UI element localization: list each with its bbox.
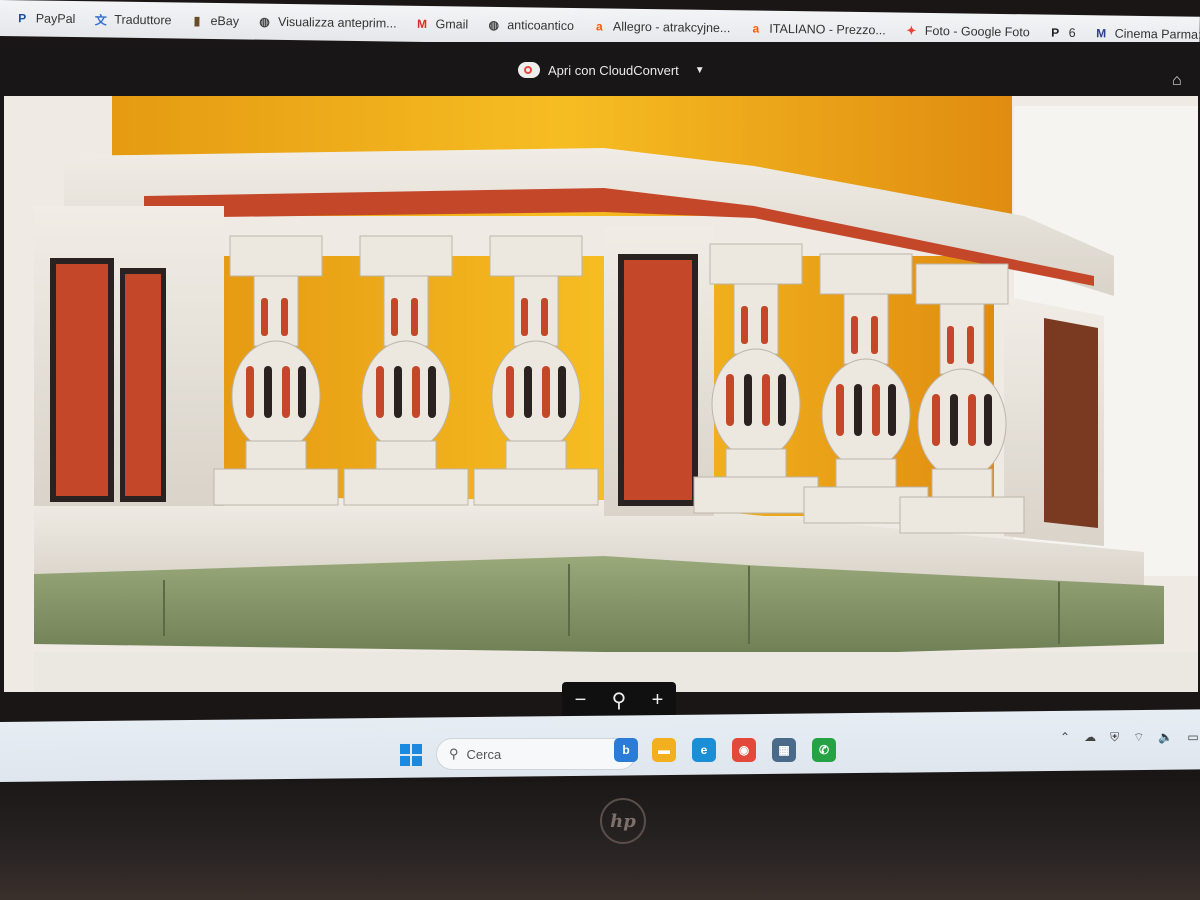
bookmark-label: eBay xyxy=(210,13,240,29)
bookmark-label: 6 xyxy=(1068,25,1076,41)
search-placeholder: Cerca xyxy=(466,746,502,762)
bing-icon[interactable]: b xyxy=(614,738,638,762)
bookmark-item[interactable]: ◍ Visualizza anteprim... xyxy=(248,14,406,31)
add-to-drive-icon[interactable]: ⌂ xyxy=(1172,72,1182,90)
network-icon[interactable]: ☁ xyxy=(1084,730,1096,745)
ebay-bag-icon: ▮ xyxy=(193,13,201,28)
bookmark-label: anticoantico xyxy=(507,18,575,34)
zoom-controls: − ⚲ + xyxy=(562,682,676,718)
cinema-icon: M xyxy=(1096,26,1107,41)
bookmark-item[interactable]: M Cinema Parma: pro... xyxy=(1085,26,1200,43)
system-tray: ⌃ ☁ ⛨ ⌔ 🔈 ▭ xyxy=(1060,730,1199,745)
zoom-in-button[interactable]: + xyxy=(652,689,664,712)
calculator-icon[interactable]: ▦ xyxy=(772,738,796,762)
bookmark-item[interactable]: ✦ Foto - Google Foto xyxy=(895,23,1039,40)
balustrade-photo xyxy=(4,96,1198,692)
google-photos-icon: ✦ xyxy=(906,23,917,38)
bookmark-label: Traduttore xyxy=(114,12,172,28)
bookmark-item[interactable]: M Gmail xyxy=(405,16,477,32)
taskbar-search-box[interactable]: ⚲ Cerca xyxy=(436,738,636,770)
bookmark-item[interactable]: a Allegro - atrakcyjne... xyxy=(583,19,740,36)
file-explorer-icon[interactable]: ▬ xyxy=(652,738,676,762)
translate-icon: 文 xyxy=(94,12,107,27)
shield-icon[interactable]: ⛨ xyxy=(1110,730,1119,745)
bookmark-label: Foto - Google Foto xyxy=(924,23,1030,40)
open-with-cloudconvert-button[interactable]: Apri con CloudConvert ▼ xyxy=(518,62,705,78)
bookmark-item[interactable]: 文 Traduttore xyxy=(84,12,180,28)
bookmark-item[interactable]: ▮ eBay xyxy=(180,13,248,29)
bookmark-label: ITALIANO - Prezzo... xyxy=(769,21,886,38)
bookmark-item[interactable]: P PayPal xyxy=(6,11,85,27)
magnifier-icon[interactable]: ⚲ xyxy=(612,688,627,713)
zoom-out-button[interactable]: − xyxy=(575,689,587,712)
windows-start-icon[interactable] xyxy=(400,744,422,766)
laptop-bezel xyxy=(0,782,1200,900)
bookmark-label: Cinema Parma: pro... xyxy=(1114,26,1200,43)
volume-icon[interactable]: 🔈 xyxy=(1158,730,1173,745)
allegro-icon: a xyxy=(596,19,603,34)
caret-down-icon[interactable]: ▼ xyxy=(695,65,705,76)
bookmark-label: PayPal xyxy=(35,11,76,27)
allegro-icon: a xyxy=(752,21,760,36)
bookmark-label: Allegro - atrakcyjne... xyxy=(612,19,731,36)
chrome-icon[interactable]: ◉ xyxy=(732,738,756,762)
bookmark-item[interactable]: a ITALIANO - Prezzo... xyxy=(739,21,895,38)
search-icon: ⚲ xyxy=(449,746,459,761)
gmail-icon: M xyxy=(417,16,428,31)
bookmark-label: Visualizza anteprim... xyxy=(277,14,397,31)
chevron-up-icon[interactable]: ⌃ xyxy=(1060,730,1070,745)
whatsapp-icon[interactable]: ✆ xyxy=(812,738,836,762)
hp-logo: hp xyxy=(600,798,646,844)
open-with-label: Apri con CloudConvert xyxy=(548,62,679,78)
globe-icon: ◍ xyxy=(259,14,270,29)
bookmark-label: Gmail xyxy=(435,17,469,32)
globe-icon: ◍ xyxy=(488,17,500,32)
paypal-icon: P xyxy=(18,11,27,26)
bookmark-item[interactable]: ◍ anticoantico xyxy=(477,17,583,33)
battery-icon[interactable]: ▭ xyxy=(1187,730,1198,745)
edge-icon[interactable]: e xyxy=(692,738,716,762)
cloudconvert-icon xyxy=(518,62,540,78)
wifi-icon[interactable]: ⌔ xyxy=(1133,730,1144,745)
p-bookmark-icon: P xyxy=(1051,25,1060,40)
bookmark-item[interactable]: P6 xyxy=(1039,25,1085,41)
